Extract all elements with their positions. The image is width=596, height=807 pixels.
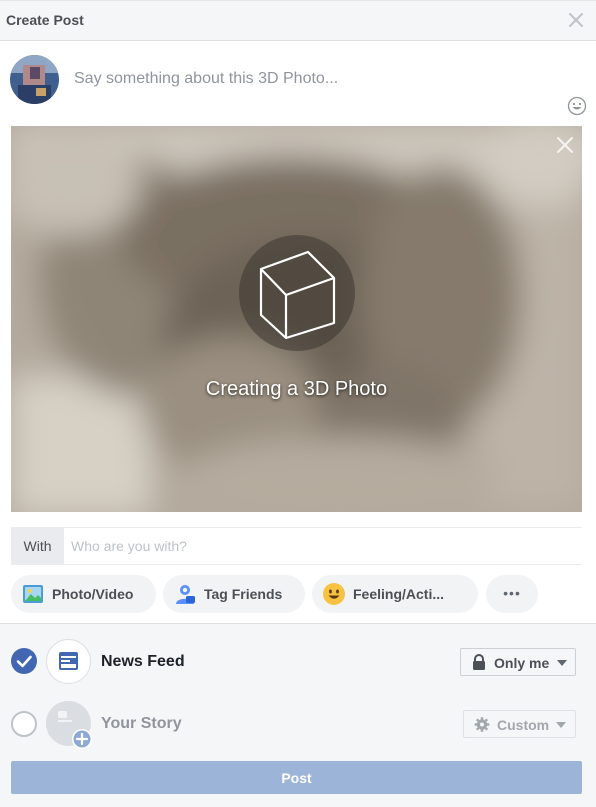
more-icon: ••• <box>503 585 521 601</box>
close-icon[interactable] <box>565 9 587 31</box>
post-button[interactable]: Post <box>11 761 582 794</box>
news-feed-privacy-label: Only me <box>494 655 550 671</box>
composer <box>0 41 596 125</box>
cube-3d-icon <box>259 250 336 340</box>
emoji-icon[interactable] <box>567 96 587 116</box>
lock-icon <box>473 654 485 670</box>
photo-video-label: Photo/Video <box>52 586 134 602</box>
share-destinations: News Feed Only me Your Story Custom Post <box>0 623 596 807</box>
your-story-privacy-select[interactable]: Custom <box>463 710 576 738</box>
your-story-label: Your Story <box>101 715 182 732</box>
your-story-privacy-label: Custom <box>497 717 550 733</box>
tag-friends-icon <box>176 585 195 604</box>
with-input[interactable] <box>71 535 571 557</box>
news-feed-icon <box>46 639 91 684</box>
more-options-button[interactable]: ••• <box>486 575 538 613</box>
photo-video-button[interactable]: Photo/Video <box>11 575 156 613</box>
post-text-input[interactable] <box>74 67 544 91</box>
your-story-avatar <box>46 701 92 749</box>
news-feed-checkbox[interactable] <box>11 648 37 674</box>
photo-video-icon <box>23 585 43 603</box>
with-label: With <box>11 528 64 565</box>
news-feed-label: News Feed <box>101 653 185 670</box>
photo-preview: Creating a 3D Photo <box>11 126 582 512</box>
avatar <box>10 55 59 104</box>
your-story-checkbox[interactable] <box>11 711 37 737</box>
chevron-down-icon <box>556 722 566 728</box>
chevron-down-icon <box>557 660 567 666</box>
remove-photo-icon[interactable] <box>554 134 576 156</box>
processing-spinner <box>239 235 355 351</box>
news-feed-privacy-select[interactable]: Only me <box>460 648 576 676</box>
processing-label: Creating a 3D Photo <box>205 378 388 400</box>
dialog-title: Create Post <box>6 12 84 28</box>
with-row: With <box>11 527 582 565</box>
gear-icon <box>474 717 490 732</box>
tag-friends-label: Tag Friends <box>204 586 283 602</box>
feeling-activity-label: Feeling/Acti... <box>353 586 445 602</box>
dialog-header: Create Post <box>0 0 596 41</box>
feeling-emoji-icon <box>323 583 345 605</box>
feeling-activity-button[interactable]: Feeling/Acti... <box>312 575 478 613</box>
tag-friends-button[interactable]: Tag Friends <box>163 575 305 613</box>
checkmark-icon <box>16 655 32 668</box>
